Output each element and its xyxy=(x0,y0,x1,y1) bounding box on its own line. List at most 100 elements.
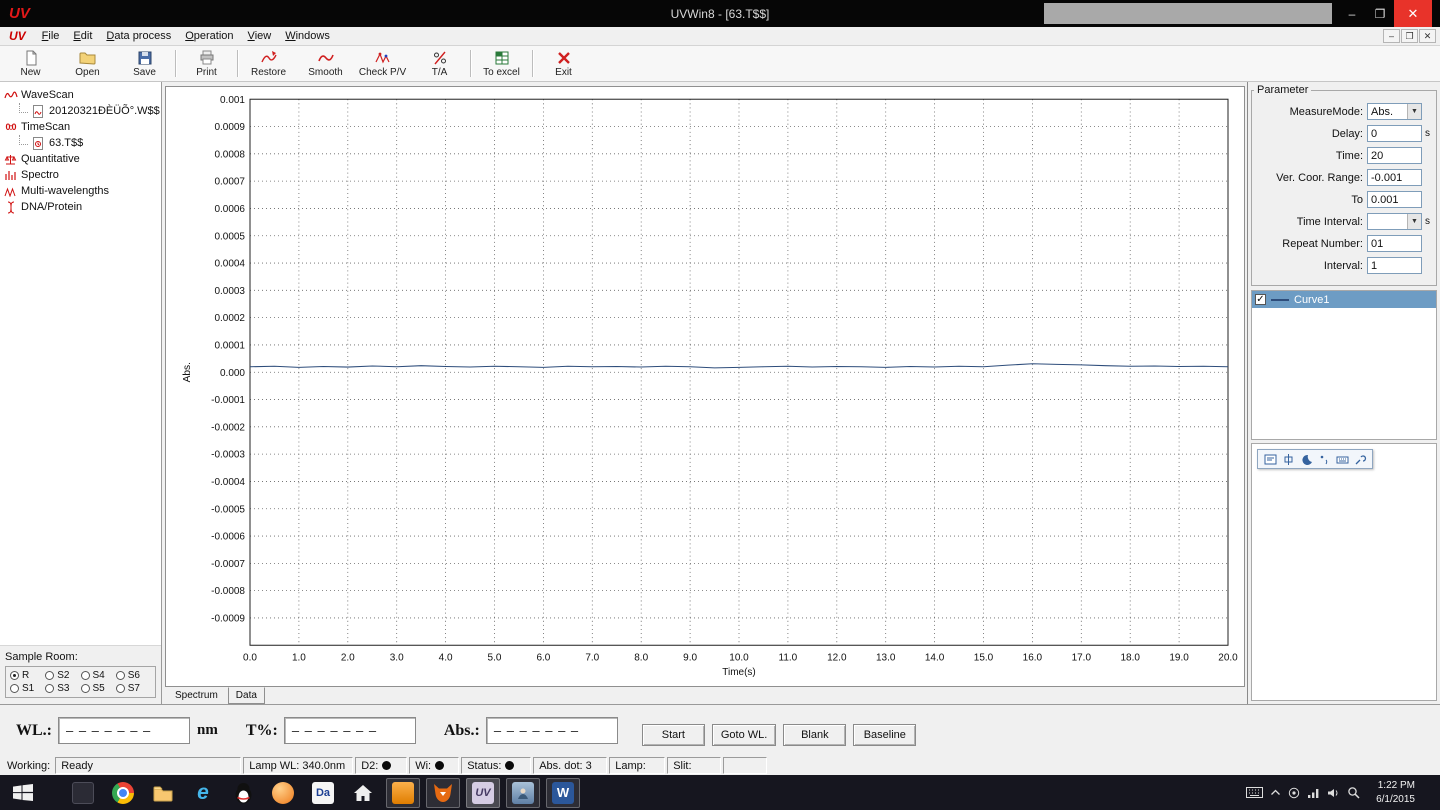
menu-item-operation[interactable]: Operation xyxy=(178,29,240,43)
tree-item-timescan[interactable]: 0:0TimeScan xyxy=(3,119,161,135)
new-icon xyxy=(23,50,39,66)
tray-badge-icon[interactable] xyxy=(1288,787,1300,799)
taskbar-da[interactable]: Da xyxy=(306,778,340,808)
close-button[interactable]: ✕ xyxy=(1394,0,1432,27)
tab-spectrum[interactable]: Spectrum xyxy=(167,687,226,704)
tree-item-spectro[interactable]: Spectro xyxy=(3,167,161,183)
time-interval-select[interactable]: ▼ xyxy=(1367,213,1422,230)
tree-item-wavescan[interactable]: WaveScan xyxy=(3,87,161,103)
time-input[interactable]: 20 xyxy=(1367,147,1422,164)
open-button[interactable]: Open xyxy=(59,46,116,81)
tree-item-63-t[interactable]: 63.T$$ xyxy=(3,135,161,151)
chevron-down-icon[interactable]: ▼ xyxy=(1407,214,1421,229)
title-gray-strip xyxy=(1044,3,1332,24)
sample-radio-s5[interactable]: S5 xyxy=(81,683,116,694)
taskbar-chrome[interactable] xyxy=(106,778,140,808)
clock-date: 6/1/2015 xyxy=(1376,793,1415,807)
abs-label: Abs.: xyxy=(444,722,480,740)
print-button[interactable]: Print xyxy=(178,46,235,81)
sample-radio-s6[interactable]: S6 xyxy=(116,670,151,681)
punctuation-icon[interactable] xyxy=(1317,452,1331,466)
taskbar-qq[interactable] xyxy=(226,778,260,808)
baseline-button[interactable]: Baseline xyxy=(853,724,916,746)
language-icon[interactable] xyxy=(1281,452,1295,466)
network-icon[interactable] xyxy=(1307,787,1320,799)
start-button[interactable] xyxy=(0,775,46,810)
param-field-label: Interval: xyxy=(1254,260,1363,272)
radio-label: S4 xyxy=(93,670,105,681)
new-button[interactable]: New xyxy=(2,46,59,81)
menu-uv-icon[interactable]: UV xyxy=(0,29,35,43)
taskbar-ball[interactable] xyxy=(266,778,300,808)
radio-label: S6 xyxy=(128,670,140,681)
measuremode-select[interactable]: Abs.▼ xyxy=(1367,103,1422,120)
goto-wl-button[interactable]: Goto WL. xyxy=(712,724,776,746)
mdi-close-button[interactable]: ✕ xyxy=(1419,29,1436,43)
svg-text:20.0: 20.0 xyxy=(1218,652,1238,663)
smooth-button[interactable]: Smooth xyxy=(297,46,354,81)
check-p-v-button[interactable]: Check P/V xyxy=(354,46,411,81)
t-a-button[interactable]: T/A xyxy=(411,46,468,81)
taskbar-fox[interactable] xyxy=(426,778,460,808)
ver-coor-range-input[interactable]: -0.001 xyxy=(1367,169,1422,186)
exit-button[interactable]: Exit xyxy=(535,46,592,81)
taskbar-orange-app[interactable] xyxy=(386,778,420,808)
to-excel-button[interactable]: To excel xyxy=(473,46,530,81)
menu-item-view[interactable]: View xyxy=(241,29,279,43)
tool-wrench-icon[interactable] xyxy=(1353,452,1367,466)
param-field-label: Repeat Number: xyxy=(1254,238,1363,250)
taskbar-uvwin[interactable]: UV xyxy=(466,778,500,808)
keyboard-tray-icon[interactable] xyxy=(1246,786,1263,799)
taskbar-explorer[interactable] xyxy=(146,778,180,808)
sample-room-options: RS2 S4 S6 S1S3S5S7 xyxy=(5,666,156,698)
repeat-number-input[interactable]: 01 xyxy=(1367,235,1422,252)
mdi-minimize-button[interactable]: – xyxy=(1383,29,1400,43)
taskbar-word[interactable]: W xyxy=(546,778,580,808)
menu-item-data-process[interactable]: Data process xyxy=(99,29,178,43)
tree-item-quantitative[interactable]: Quantitative xyxy=(3,151,161,167)
mdi-restore-button[interactable]: ❐ xyxy=(1401,29,1418,43)
sample-room-section: Sample Room: RS2S4S6S1S3S5S7 xyxy=(0,645,161,704)
restore-label: Restore xyxy=(251,67,286,78)
save-button[interactable]: Save xyxy=(116,46,173,81)
search-tray-icon[interactable] xyxy=(1347,786,1360,799)
fullwidth-icon[interactable] xyxy=(1299,452,1313,466)
delay-input[interactable]: 0 xyxy=(1367,125,1422,142)
interval-input[interactable]: 1 xyxy=(1367,257,1422,274)
menu-item-windows[interactable]: Windows xyxy=(278,29,337,43)
sample-radio-r[interactable]: R xyxy=(10,670,45,681)
sample-radio-s2[interactable]: S2 xyxy=(45,670,80,681)
sample-radio-s4[interactable]: S4 xyxy=(81,670,116,681)
taskbar-photos[interactable] xyxy=(506,778,540,808)
tree-item-20120321-w[interactable]: 20120321ÐÈÜÕ°.W$$ xyxy=(3,103,161,119)
start-button[interactable]: Start xyxy=(642,724,705,746)
tab-data[interactable]: Data xyxy=(228,687,265,704)
blank-button[interactable]: Blank xyxy=(783,724,846,746)
hidden-icons-chevron[interactable] xyxy=(1270,788,1281,797)
to-input[interactable]: 0.001 xyxy=(1367,191,1422,208)
param-field-label: Time Interval: xyxy=(1254,216,1363,228)
tree-item-dna-protein[interactable]: DNA/Protein xyxy=(3,199,161,215)
svg-text:Abs.: Abs. xyxy=(182,362,193,382)
taskbar-ie[interactable]: e xyxy=(186,778,220,808)
minimize-button[interactable]: – xyxy=(1338,0,1366,27)
sample-radio-s3[interactable]: S3 xyxy=(45,683,80,694)
taskbar-app-dark[interactable] xyxy=(66,778,100,808)
sample-radio-s1[interactable]: S1 xyxy=(10,683,45,694)
svg-text:0.0004: 0.0004 xyxy=(214,259,245,270)
taskbar-home[interactable] xyxy=(346,778,380,808)
soft-keyboard-icon[interactable] xyxy=(1335,452,1349,466)
sample-radio-s7[interactable]: S7 xyxy=(116,683,151,694)
restore-button[interactable]: Restore xyxy=(240,46,297,81)
menu-item-edit[interactable]: Edit xyxy=(66,29,99,43)
chevron-down-icon[interactable]: ▼ xyxy=(1407,104,1421,119)
menu-item-file[interactable]: File xyxy=(35,29,67,43)
taskbar-clock[interactable]: 1:22 PM 6/1/2015 xyxy=(1367,779,1424,806)
ime-mode-icon[interactable] xyxy=(1263,452,1277,466)
volume-icon[interactable] xyxy=(1327,787,1340,799)
restore-button[interactable]: ❐ xyxy=(1366,0,1394,27)
curve-row[interactable]: ✓ Curve1 xyxy=(1252,291,1436,308)
curve-checkbox[interactable]: ✓ xyxy=(1255,294,1266,305)
tree-item-multi-wavelengths[interactable]: Multi-wavelengths xyxy=(3,183,161,199)
indicator-dot xyxy=(382,761,391,770)
